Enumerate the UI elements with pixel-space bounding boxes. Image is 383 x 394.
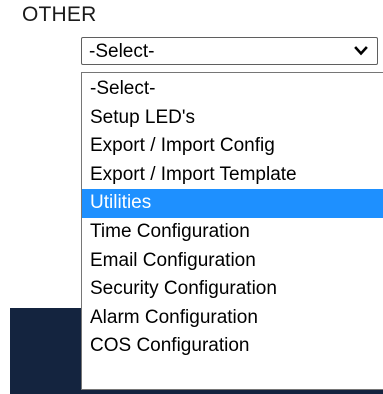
option-alarm-configuration[interactable]: Alarm Configuration	[82, 304, 383, 333]
option-cos-configuration[interactable]: COS Configuration	[82, 332, 383, 361]
page: OTHER -Select- -Select- Setup LED's Expo…	[0, 0, 383, 394]
section-label: OTHER	[22, 3, 97, 26]
other-select[interactable]: -Select-	[81, 37, 378, 65]
select-current-value: -Select-	[89, 41, 155, 62]
chevron-down-icon	[354, 46, 368, 56]
option-setup-leds[interactable]: Setup LED's	[82, 104, 383, 133]
option-export-import-template[interactable]: Export / Import Template	[82, 161, 383, 190]
option-utilities[interactable]: Utilities	[82, 189, 383, 218]
option-select-placeholder[interactable]: -Select-	[82, 75, 383, 104]
option-export-import-config[interactable]: Export / Import Config	[82, 132, 383, 161]
option-security-configuration[interactable]: Security Configuration	[82, 275, 383, 304]
option-time-configuration[interactable]: Time Configuration	[82, 218, 383, 247]
select-dropdown-list: -Select- Setup LED's Export / Import Con…	[81, 72, 383, 390]
option-email-configuration[interactable]: Email Configuration	[82, 247, 383, 276]
